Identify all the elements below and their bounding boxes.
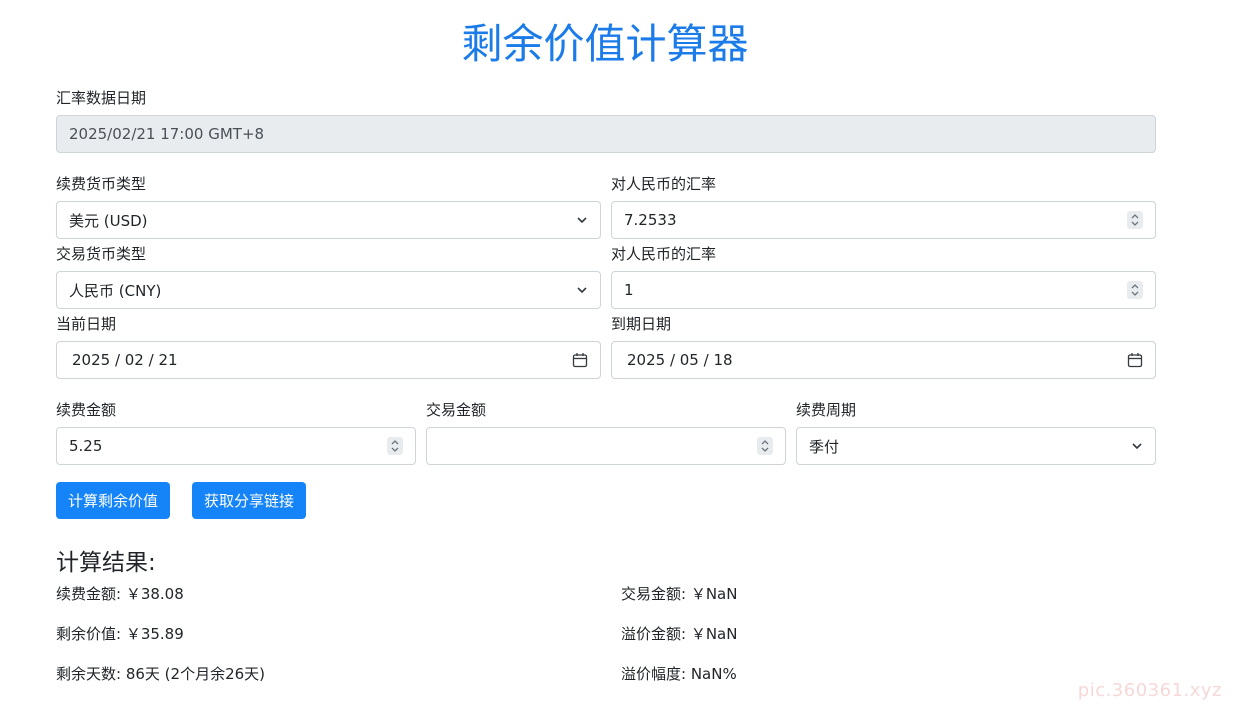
calendar-icon[interactable] bbox=[1127, 352, 1143, 368]
result-premium-amount: 溢价金额: ￥NaN bbox=[621, 625, 738, 643]
rate-date-label: 汇率数据日期 bbox=[56, 89, 147, 107]
calculate-button[interactable]: 计算剩余价值 bbox=[56, 482, 171, 519]
expiry-date-label: 到期日期 bbox=[611, 315, 672, 333]
renew-period-select[interactable]: 季付 bbox=[796, 427, 1156, 465]
rate-date-field: 2025/02/21 17:00 GMT+8 bbox=[56, 115, 1156, 153]
result-premium-rate: 溢价幅度: NaN% bbox=[621, 665, 737, 683]
trade-rate-input[interactable]: 1 bbox=[611, 271, 1156, 309]
renew-currency-select[interactable]: 美元 (USD) bbox=[56, 201, 601, 239]
current-date-value: 2025 / 02 / 21 bbox=[72, 351, 178, 369]
calendar-icon[interactable] bbox=[572, 352, 588, 368]
share-link-button[interactable]: 获取分享链接 bbox=[192, 482, 307, 519]
trade-rate-label: 对人民币的汇率 bbox=[611, 245, 717, 263]
trade-rate-value: 1 bbox=[624, 281, 634, 299]
result-remaining-days: 剩余天数: 86天 (2个月余26天) bbox=[56, 665, 266, 683]
expiry-date-input[interactable]: 2025 / 05 / 18 bbox=[611, 341, 1156, 379]
trade-amount-label: 交易金额 bbox=[426, 401, 487, 419]
renew-currency-value: 美元 (USD) bbox=[69, 211, 148, 230]
results-heading: 计算结果: bbox=[56, 550, 156, 576]
trade-amount-input[interactable] bbox=[426, 427, 786, 465]
spinner-arrows-icon[interactable] bbox=[1127, 281, 1143, 299]
result-renew-amount: 续费金额: ￥38.08 bbox=[56, 585, 184, 603]
current-date-label: 当前日期 bbox=[56, 315, 117, 333]
spinner-arrows-icon[interactable] bbox=[757, 437, 773, 455]
page-title: 剩余价值计算器 bbox=[461, 20, 749, 68]
renew-period-label: 续费周期 bbox=[796, 401, 857, 419]
expiry-date-value: 2025 / 05 / 18 bbox=[627, 351, 733, 369]
spinner-arrows-icon[interactable] bbox=[1127, 211, 1143, 229]
current-date-input[interactable]: 2025 / 02 / 21 bbox=[56, 341, 601, 379]
renew-period-value: 季付 bbox=[809, 437, 840, 456]
chevron-down-icon bbox=[1131, 440, 1143, 452]
spinner-arrows-icon[interactable] bbox=[387, 437, 403, 455]
trade-currency-value: 人民币 (CNY) bbox=[69, 281, 162, 300]
result-remaining-value: 剩余价值: ￥35.89 bbox=[56, 625, 184, 643]
renew-rate-input[interactable]: 7.2533 bbox=[611, 201, 1156, 239]
rate-date-value: 2025/02/21 17:00 GMT+8 bbox=[69, 125, 265, 143]
renew-amount-value: 5.25 bbox=[69, 437, 103, 455]
renew-rate-value: 7.2533 bbox=[624, 211, 677, 229]
result-trade-amount: 交易金额: ￥NaN bbox=[621, 585, 738, 603]
chevron-down-icon bbox=[576, 284, 588, 296]
trade-currency-select[interactable]: 人民币 (CNY) bbox=[56, 271, 601, 309]
chevron-down-icon bbox=[576, 214, 588, 226]
renew-currency-label: 续费货币类型 bbox=[56, 175, 147, 193]
renew-amount-label: 续费金额 bbox=[56, 401, 117, 419]
watermark: pic.360361.xyz bbox=[1077, 680, 1222, 701]
trade-currency-label: 交易货币类型 bbox=[56, 245, 147, 263]
renew-amount-input[interactable]: 5.25 bbox=[56, 427, 416, 465]
renew-rate-label: 对人民币的汇率 bbox=[611, 175, 717, 193]
